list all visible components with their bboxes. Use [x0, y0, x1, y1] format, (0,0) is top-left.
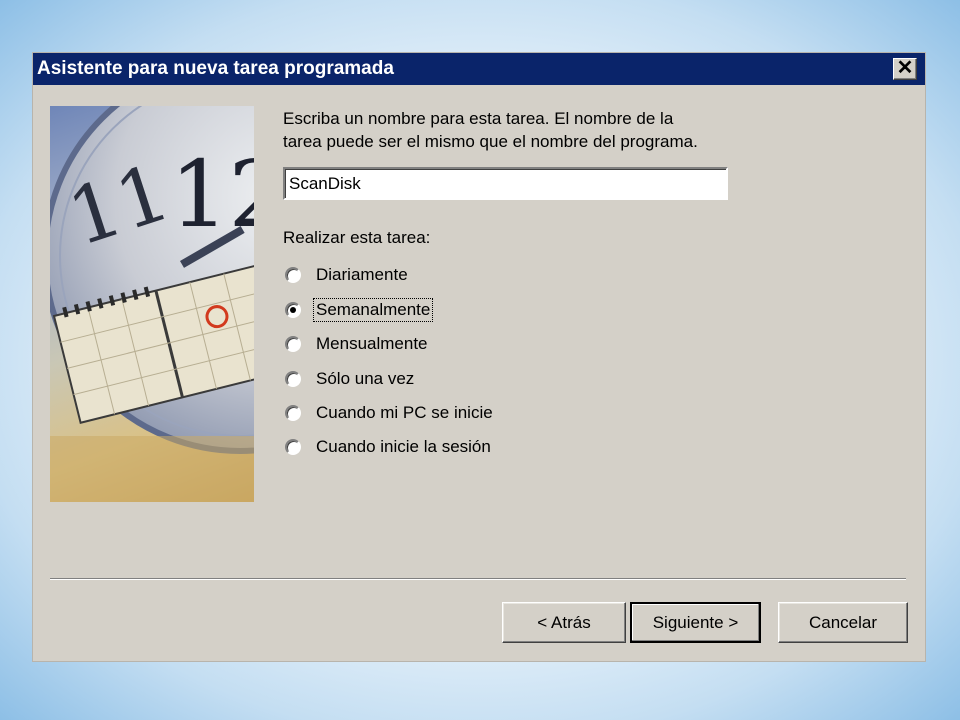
clock-calendar-illustration: 11 12 [50, 106, 254, 502]
instructions-line-1: Escriba un nombre para esta tarea. El no… [283, 109, 674, 128]
radio-label: Mensualmente [316, 334, 428, 353]
title-bar[interactable]: Asistente para nueva tarea programada ✕ [33, 53, 925, 85]
separator [50, 578, 906, 580]
radio-button[interactable] [285, 405, 301, 421]
task-name-input[interactable] [283, 167, 728, 200]
radio-diariamente[interactable]: Diariamente [285, 262, 411, 288]
next-button[interactable]: Siguiente > [630, 602, 761, 643]
radio-button[interactable] [285, 371, 301, 387]
radio-cuando-pc-inicie[interactable]: Cuando mi PC se inicie [285, 400, 496, 426]
radio-button[interactable] [285, 336, 301, 352]
schedule-label: Realizar esta tarea: [283, 228, 431, 247]
instructions-text: Escriba un nombre para esta tarea. El no… [283, 107, 743, 153]
radio-mensualmente[interactable]: Mensualmente [285, 331, 431, 357]
radio-button[interactable] [285, 439, 301, 455]
wizard-dialog: Asistente para nueva tarea programada ✕ … [32, 52, 926, 662]
radio-label: Diariamente [316, 265, 408, 284]
back-button[interactable]: < Atrás [502, 602, 626, 643]
radio-label: Cuando inicie la sesión [316, 437, 491, 456]
radio-button[interactable] [285, 267, 301, 283]
radio-label: Semanalmente [313, 298, 434, 322]
radio-button-selected[interactable] [285, 302, 301, 318]
instructions-line-2: tarea puede ser el mismo que el nombre d… [283, 132, 698, 151]
radio-label: Cuando mi PC se inicie [316, 403, 493, 422]
radio-cuando-inicie-sesion[interactable]: Cuando inicie la sesión [285, 434, 494, 460]
close-icon[interactable]: ✕ [893, 58, 917, 80]
window-title: Asistente para nueva tarea programada [37, 58, 394, 79]
cancel-button[interactable]: Cancelar [778, 602, 908, 643]
radio-solo-una-vez[interactable]: Sólo una vez [285, 366, 417, 392]
radio-semanalmente[interactable]: Semanalmente [285, 297, 434, 323]
radio-label: Sólo una vez [316, 369, 415, 388]
